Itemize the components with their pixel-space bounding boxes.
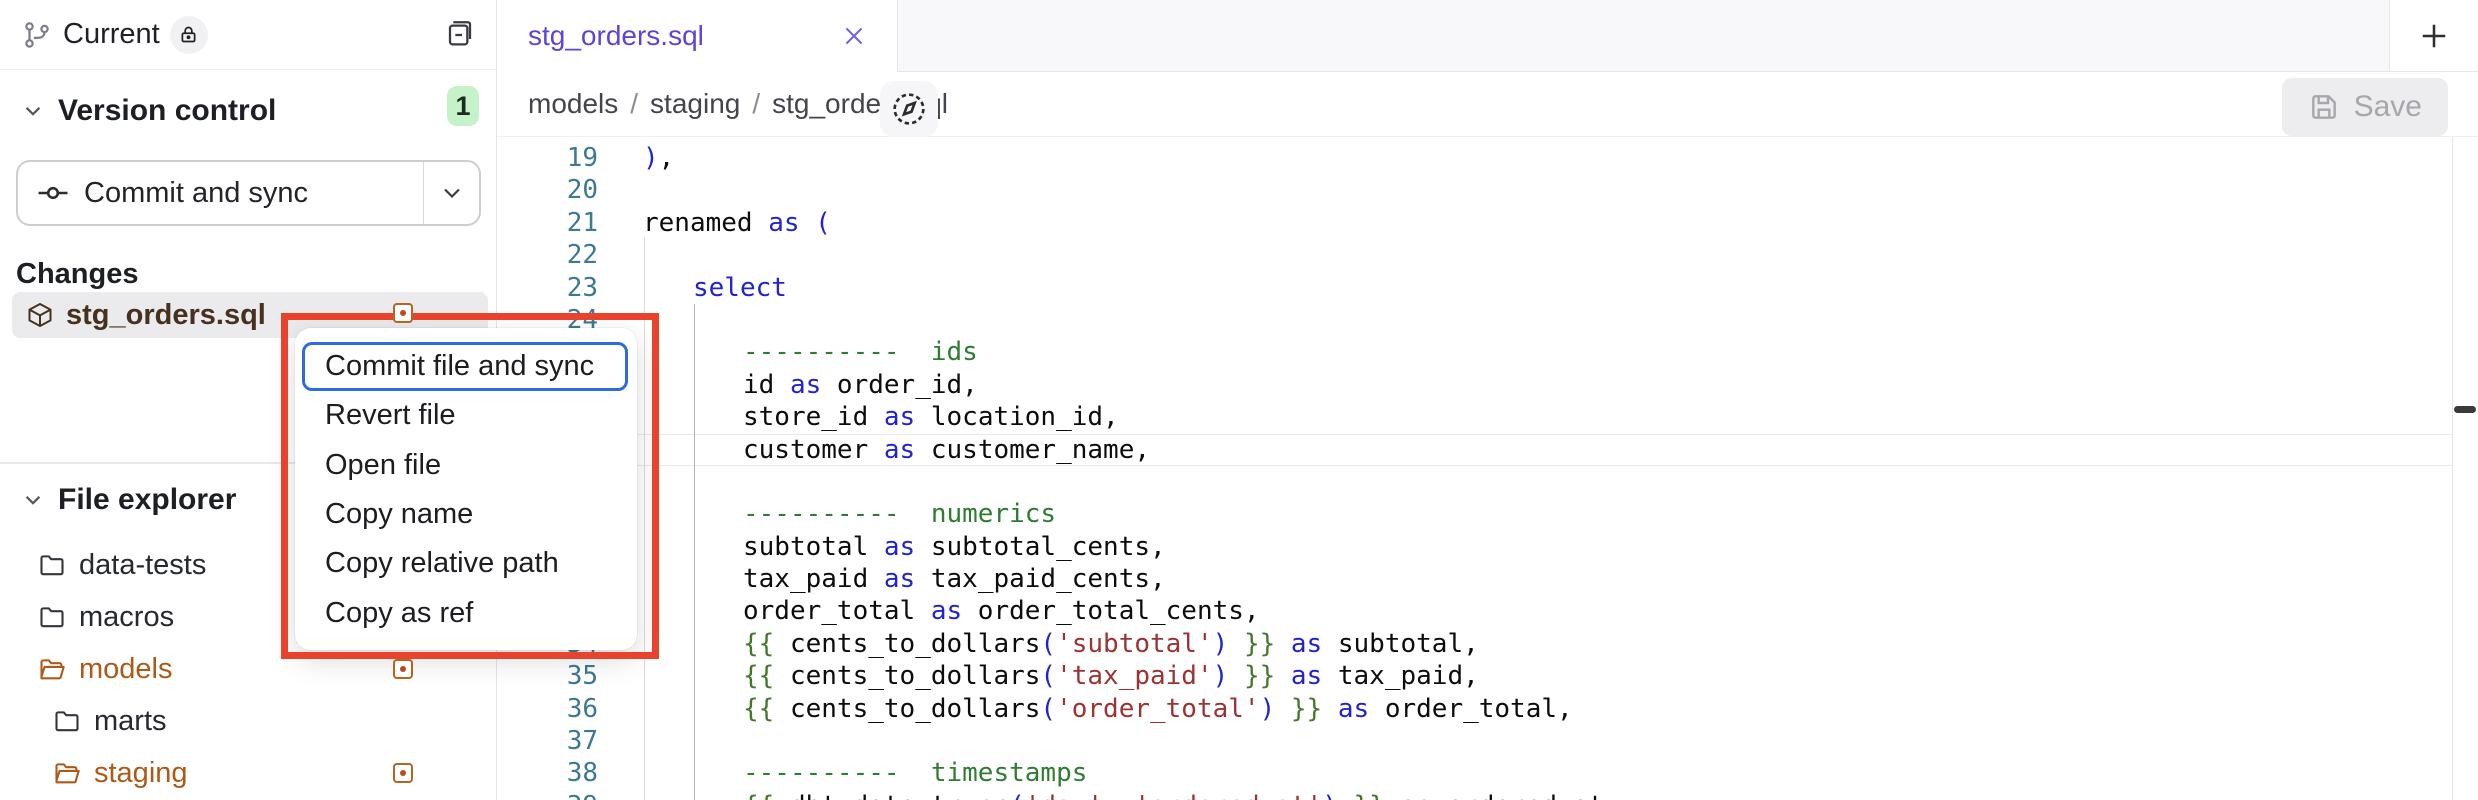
compass-icon <box>889 89 929 129</box>
save-button[interactable]: Save <box>2282 78 2448 136</box>
code-line-38: ---------- timestamps <box>615 757 2452 789</box>
commit-and-sync-label: Commit and sync <box>84 177 308 210</box>
version-control-section: Version control 1 Commit and sync Change… <box>0 70 496 128</box>
scrollbar-thumb[interactable] <box>2454 406 2476 413</box>
editor-right-rail <box>2452 137 2453 800</box>
changes-heading: Changes <box>16 258 138 291</box>
file-header-row: models/staging/stg_orders.sql Save <box>497 72 2478 137</box>
indent-guide <box>694 304 695 800</box>
folder-open-icon <box>53 759 81 787</box>
line-number: 23 <box>498 272 598 304</box>
chevron-down-icon <box>22 100 44 122</box>
tab-stg-orders[interactable]: stg_orders.sql <box>497 0 898 72</box>
breadcrumb-separator: / <box>752 88 760 120</box>
breadcrumb-part: models <box>528 88 618 120</box>
changes-count-badge: 1 <box>447 86 479 126</box>
tab-title: stg_orders.sql <box>528 20 704 52</box>
code-line-25: ---------- ids <box>615 336 2452 368</box>
version-control-title: Version control <box>58 94 276 128</box>
line-number: 36 <box>498 693 598 725</box>
sidebar-item-models[interactable]: models <box>0 643 497 695</box>
code-line-29 <box>615 466 2452 498</box>
version-control-header[interactable]: Version control 1 <box>0 70 496 128</box>
breadcrumb-separator: / <box>630 88 638 120</box>
duplicate-icon[interactable] <box>444 17 476 49</box>
code-line-30: ---------- numerics <box>615 498 2452 530</box>
code-line-23: select <box>615 272 2452 304</box>
code-line-28: customer as customer_name, <box>615 434 2452 466</box>
save-icon <box>2308 91 2340 123</box>
menu-item-copy-as-ref[interactable]: Copy as ref <box>295 588 637 637</box>
menu-item-copy-name[interactable]: Copy name <box>295 490 637 539</box>
indent-guide <box>644 237 645 800</box>
file-context-menu: Commit file and syncRevert fileOpen file… <box>295 328 637 650</box>
code-line-34: {{ cents_to_dollars('subtotal') }} as su… <box>615 628 2452 660</box>
folder-open-icon <box>38 655 66 683</box>
code-line-24 <box>615 304 2452 336</box>
changed-file-name: stg_orders.sql <box>66 299 266 332</box>
line-number: 19 <box>498 142 598 174</box>
code-line-22 <box>615 239 2452 271</box>
line-number: 20 <box>498 174 598 206</box>
commit-options-caret[interactable] <box>423 162 479 224</box>
branch-bar: Current <box>0 0 496 70</box>
new-tab-zone <box>2390 0 2478 71</box>
branch-name: Current <box>63 18 160 51</box>
sidebar-item-staging[interactable]: staging <box>0 747 497 799</box>
menu-item-copy-relative-path[interactable]: Copy relative path <box>295 539 637 588</box>
code-line-27: store_id as location_id, <box>615 401 2452 433</box>
line-number: 38 <box>498 757 598 789</box>
line-number: 21 <box>498 207 598 239</box>
folder-closed-icon <box>38 551 66 579</box>
code-line-37 <box>615 725 2452 757</box>
save-label: Save <box>2354 90 2422 124</box>
git-branch-icon <box>22 20 52 50</box>
code-line-39: {{ dbt.date_trunc('day', 'ordered_at') }… <box>615 790 2452 800</box>
file-explorer-title: File explorer <box>58 483 236 517</box>
plus-icon[interactable] <box>2416 18 2452 54</box>
close-icon[interactable] <box>841 23 867 49</box>
modified-badge-icon <box>393 763 413 783</box>
line-number: 22 <box>498 239 598 271</box>
line-number: 35 <box>498 660 598 692</box>
commit-and-sync-button[interactable]: Commit and sync <box>16 160 481 226</box>
breadcrumb-part: staging <box>650 88 740 120</box>
code-line-32: tax_paid as tax_paid_cents, <box>615 563 2452 595</box>
model-icon <box>26 301 54 329</box>
menu-item-revert-file[interactable]: Revert file <box>295 391 637 440</box>
code-line-36: {{ cents_to_dollars('order_total') }} as… <box>615 693 2452 725</box>
chevron-down-icon <box>440 181 464 205</box>
code-line-19: ), <box>615 142 2452 174</box>
code-line-26: id as order_id, <box>615 369 2452 401</box>
code-line-35: {{ cents_to_dollars('tax_paid') }} as ta… <box>615 660 2452 692</box>
chevron-down-icon <box>22 489 44 511</box>
code-line-31: subtotal as subtotal_cents, <box>615 531 2452 563</box>
minimap[interactable]: ),renamed as (select---------- idsid as … <box>2328 142 2448 252</box>
menu-item-commit-file-and-sync[interactable]: Commit file and sync <box>302 342 628 391</box>
menu-item-open-file[interactable]: Open file <box>295 441 637 490</box>
code-editor[interactable]: 1920212223242526272829303132333435363738… <box>497 137 2478 800</box>
dbt-ide-window: Current Version control 1 <box>0 0 2478 800</box>
modified-badge-icon <box>393 659 413 679</box>
lineage-button[interactable] <box>880 81 938 137</box>
code-pane[interactable]: ), renamed as ( select ---------- idsid as … <box>615 137 2452 800</box>
tab-bar: stg_orders.sql <box>497 0 2478 72</box>
code-pane[interactable]: ),renamed as (select---------- idsid as … <box>2342 142 2445 143</box>
line-number: 39 <box>498 790 598 800</box>
line-number: 37 <box>498 725 598 757</box>
folder-closed-icon <box>38 603 66 631</box>
folder-closed-icon <box>53 707 81 735</box>
modified-badge-icon <box>393 303 413 323</box>
code-line-33: order_total as order_total_cents, <box>615 595 2452 627</box>
code-line-20 <box>615 174 2452 206</box>
sidebar-item-marts[interactable]: marts <box>0 695 497 747</box>
code-line-21: renamed as ( <box>615 207 2452 239</box>
lock-icon <box>178 24 199 45</box>
branch-lock-badge <box>170 16 208 54</box>
git-commit-icon <box>36 176 70 210</box>
